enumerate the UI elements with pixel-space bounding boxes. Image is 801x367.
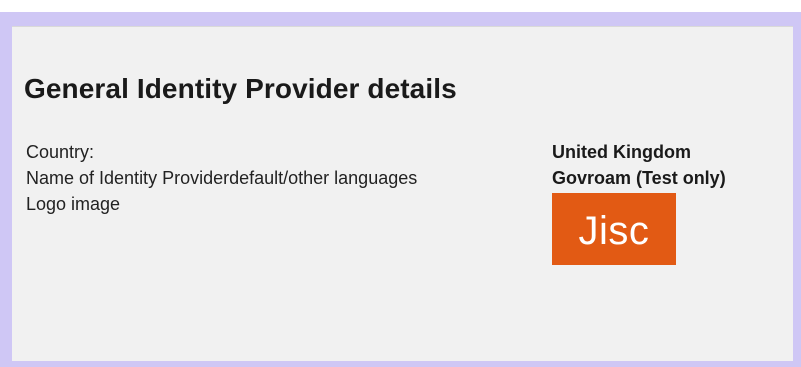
detail-row-idp-name: Name of Identity Providerdefault/other l… bbox=[26, 165, 786, 191]
logo-value: Jisc bbox=[552, 191, 676, 265]
page-frame: General Identity Provider details Countr… bbox=[0, 12, 801, 367]
jisc-logo: Jisc bbox=[552, 193, 676, 265]
details-list: Country: United Kingdom Name of Identity… bbox=[26, 139, 786, 265]
country-value: United Kingdom bbox=[552, 142, 691, 162]
idp-details-panel: General Identity Provider details Countr… bbox=[12, 26, 793, 361]
section-title: General Identity Provider details bbox=[24, 73, 457, 104]
idp-name-label: Name of Identity Providerdefault/other l… bbox=[26, 168, 418, 188]
idp-name-value: Govroam (Test only) bbox=[552, 168, 726, 188]
detail-row-country: Country: United Kingdom bbox=[26, 139, 786, 165]
detail-row-logo: Logo image Jisc bbox=[26, 191, 786, 265]
country-label: Country: bbox=[26, 142, 95, 162]
logo-text: Jisc bbox=[578, 209, 650, 253]
logo-label: Logo image bbox=[26, 194, 121, 214]
